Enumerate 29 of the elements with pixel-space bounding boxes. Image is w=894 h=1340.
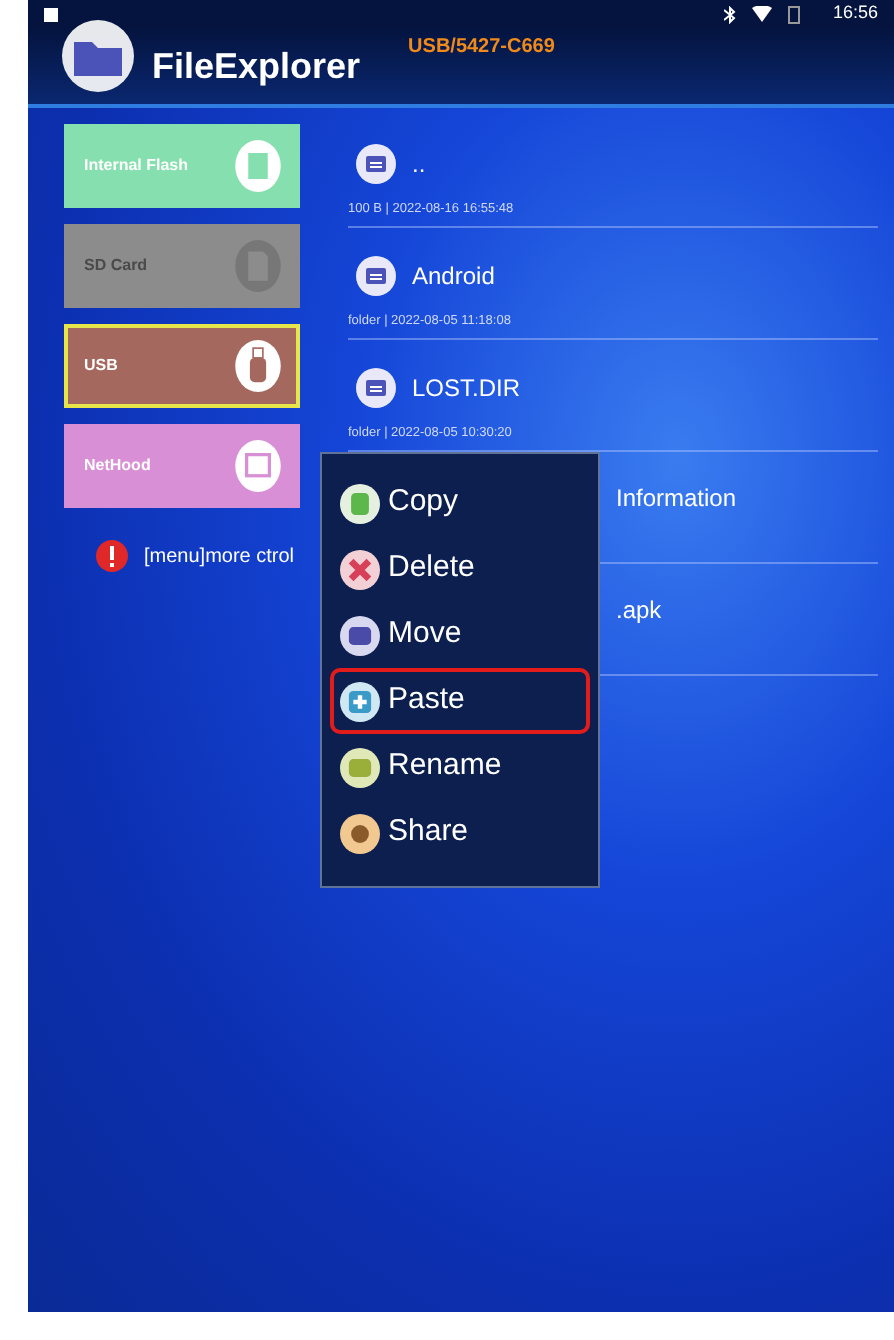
- wifi-icon: [752, 6, 773, 22]
- file-name[interactable]: LOST.DIR: [412, 370, 521, 406]
- image-icon: [44, 7, 58, 21]
- storage-tile[interactable]: USB: [64, 324, 300, 408]
- file-name[interactable]: Information: [616, 480, 737, 516]
- app-title: FileExplorer: [152, 43, 361, 90]
- folder-icon: [60, 18, 136, 94]
- menu-item[interactable]: Paste: [330, 668, 590, 734]
- menu-item[interactable]: Move: [330, 602, 590, 668]
- folder-list-icon: [356, 256, 396, 296]
- menu-item[interactable]: Copy: [330, 470, 590, 536]
- cross-icon: [340, 549, 380, 589]
- battery-icon: [788, 5, 801, 23]
- file-name[interactable]: Android: [412, 258, 495, 294]
- bluetooth-icon: [724, 5, 737, 23]
- share-icon: [340, 813, 380, 853]
- menu-item[interactable]: Share: [330, 800, 590, 866]
- plus-icon: [340, 681, 380, 721]
- document-icon: [340, 483, 380, 523]
- warning-icon: [96, 540, 128, 572]
- folder-list-icon: [356, 368, 396, 408]
- menu-item[interactable]: Rename: [330, 734, 590, 800]
- menu-item[interactable]: Delete: [330, 536, 590, 602]
- clock: 16:56: [832, 0, 878, 27]
- file-name[interactable]: ..: [412, 146, 426, 182]
- folder-list-icon: [356, 144, 396, 184]
- hint-text: [menu]more ctrol: [144, 543, 295, 571]
- file-name[interactable]: .apk: [616, 592, 662, 628]
- current-path: USB/5427-C669: [408, 34, 555, 62]
